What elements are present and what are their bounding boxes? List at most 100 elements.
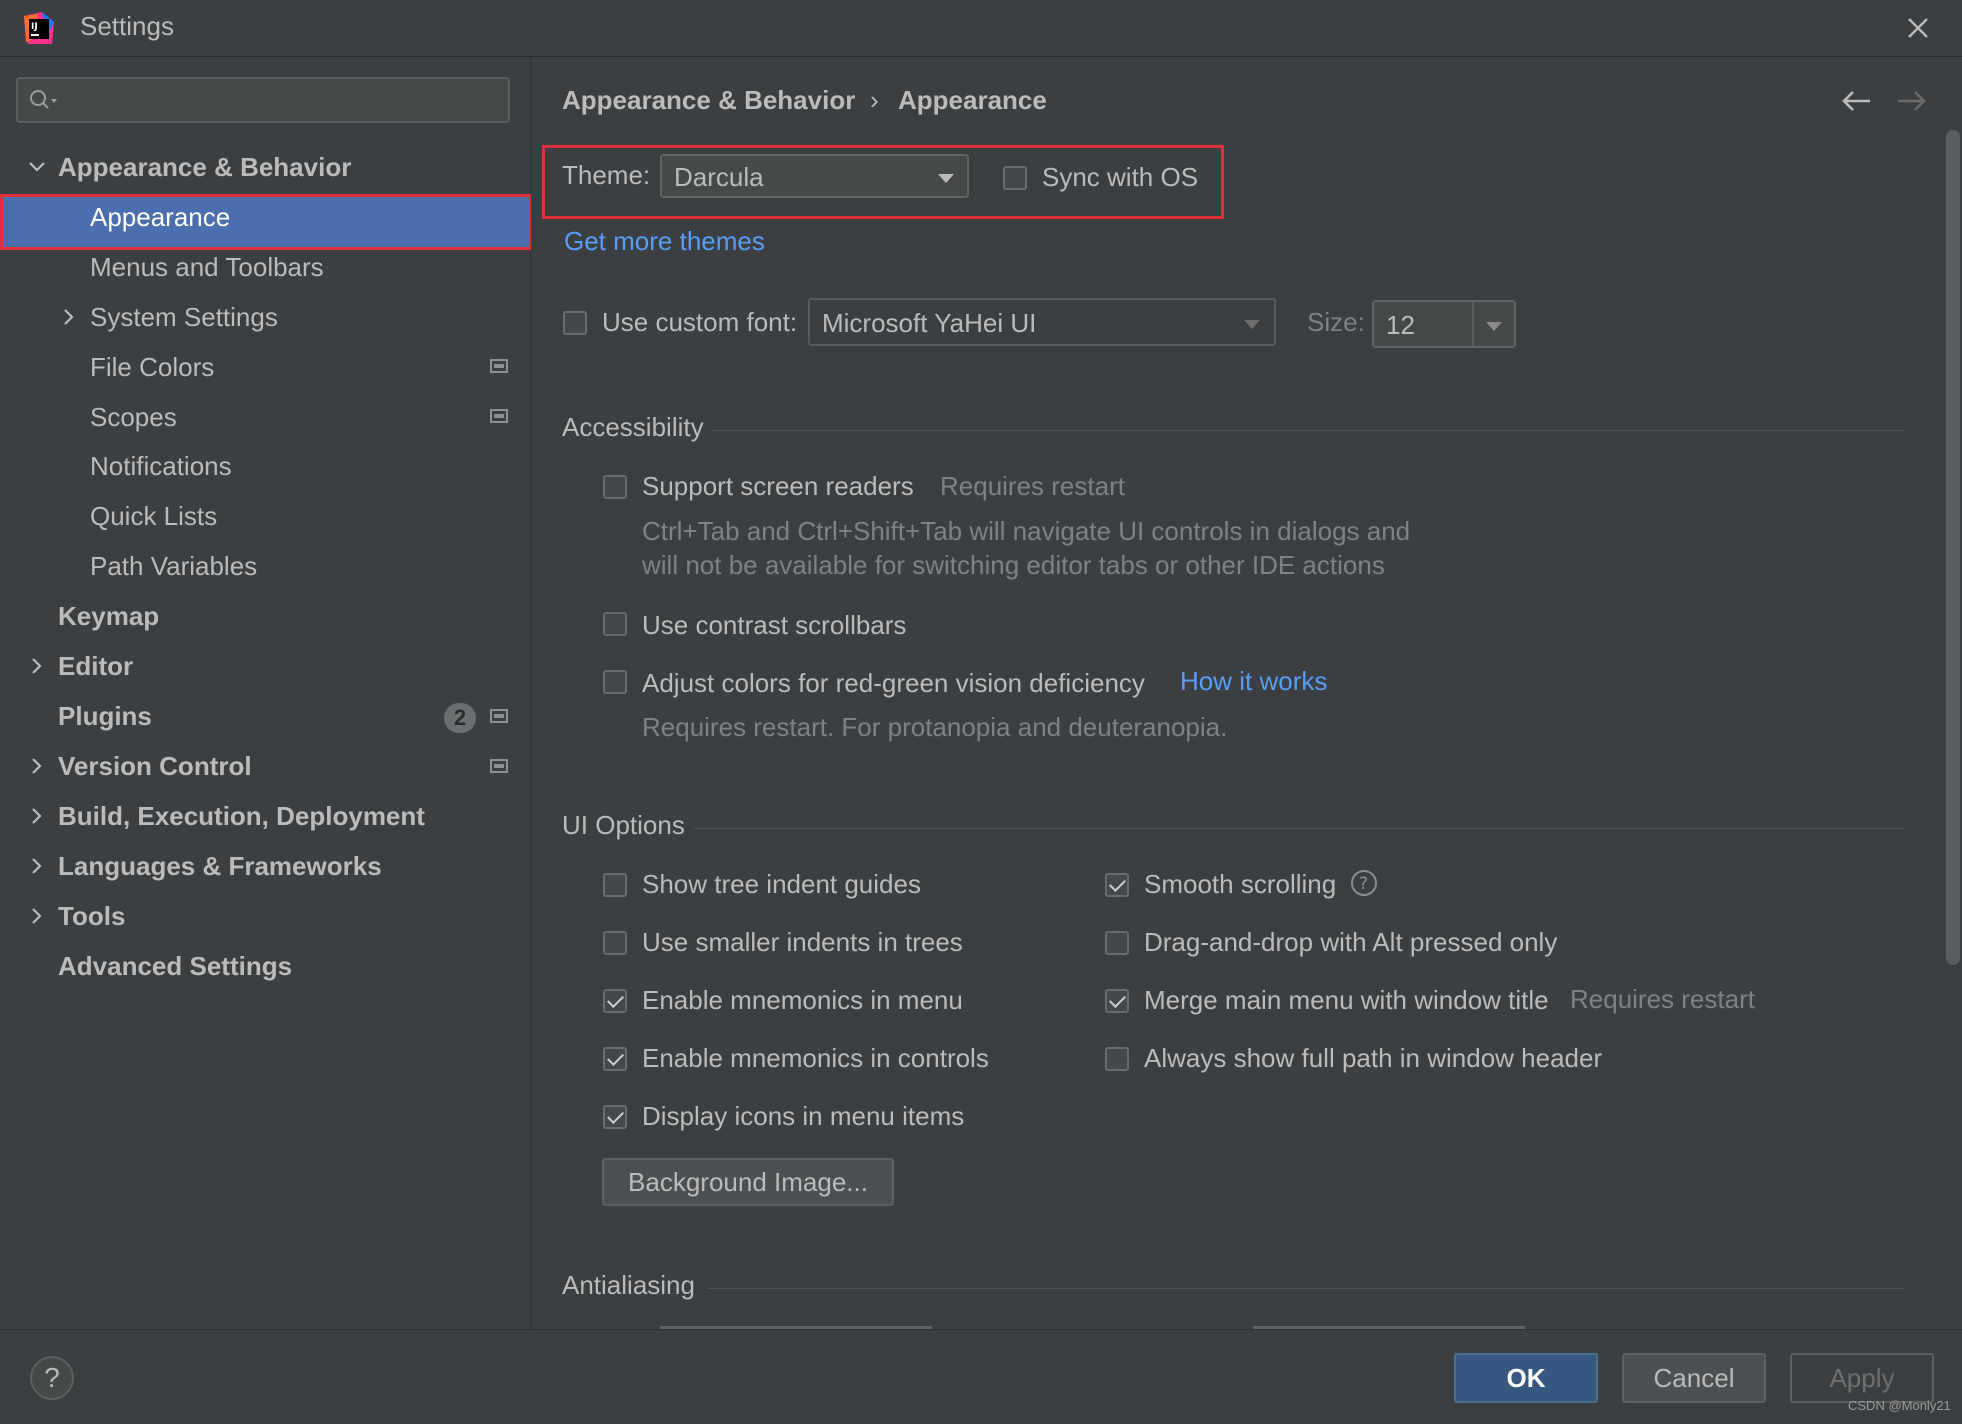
close-icon[interactable] — [1900, 10, 1936, 46]
sidebar-item-build-execution-deployment[interactable]: Build, Execution, Deployment — [58, 791, 425, 841]
adjust-colors-description: Requires restart. For protanopia and deu… — [642, 712, 1228, 742]
help-button[interactable]: ? — [30, 1356, 74, 1400]
watermark-text: CSDN @Monly21 — [1848, 1398, 1951, 1413]
vertical-scrollbar[interactable] — [1946, 130, 1960, 965]
sidebar-item-file-colors[interactable]: File Colors — [90, 342, 214, 392]
theme-label: Theme: — [562, 160, 651, 190]
search-input[interactable] — [16, 77, 510, 123]
sync-with-os-checkbox[interactable] — [1003, 166, 1027, 190]
use-custom-font-checkbox[interactable] — [563, 311, 587, 335]
svg-text:IJ: IJ — [31, 22, 38, 32]
apply-button[interactable]: Apply — [1790, 1353, 1934, 1403]
cancel-button[interactable]: Cancel — [1622, 1353, 1766, 1403]
sidebar-item-version-control[interactable]: Version Control — [58, 741, 252, 791]
sync-with-os-label: Sync with OS — [1042, 162, 1199, 192]
dropdown-arrow-icon — [938, 174, 954, 183]
intellij-logo-icon: IJ — [22, 12, 56, 46]
breadcrumb-current: Appearance — [898, 85, 1047, 115]
sidebar-item-path-variables[interactable]: Path Variables — [90, 541, 257, 591]
display-icons-label: Display icons in menu items — [642, 1101, 965, 1131]
font-value: Microsoft YaHei UI — [822, 308, 1037, 338]
drag-drop-alt-label: Drag-and-drop with Alt pressed only — [1144, 927, 1558, 957]
ui-options-section-title: UI Options — [562, 810, 685, 840]
antialiasing-section-title: Antialiasing — [562, 1270, 695, 1300]
screen-readers-description: Ctrl+Tab and Ctrl+Shift+Tab will navigat… — [642, 516, 1411, 546]
section-divider — [712, 430, 1904, 431]
chevron-down-icon[interactable] — [26, 156, 48, 178]
chevron-right-icon[interactable] — [26, 655, 48, 677]
support-screen-readers-checkbox[interactable] — [603, 475, 627, 499]
requires-restart-note: Requires restart — [940, 471, 1125, 501]
contrast-scrollbars-label: Use contrast scrollbars — [642, 610, 907, 640]
adjust-colors-checkbox[interactable] — [603, 670, 627, 694]
sidebar-item-tools[interactable]: Tools — [58, 891, 125, 941]
chevron-right-icon[interactable] — [26, 855, 48, 877]
dropdown-arrow-icon — [1244, 320, 1260, 329]
sidebar-item-appearance-behavior[interactable]: Appearance & Behavior — [58, 142, 351, 192]
svg-text:?: ? — [1359, 874, 1368, 894]
back-arrow-icon[interactable] — [1840, 86, 1874, 121]
sidebar-item-advanced-settings[interactable]: Advanced Settings — [58, 941, 292, 991]
tree-indent-guides-label: Show tree indent guides — [642, 869, 921, 899]
breadcrumb-parent[interactable]: Appearance & Behavior — [562, 85, 855, 116]
chevron-right-icon[interactable] — [26, 805, 48, 827]
window-title: Settings — [80, 11, 174, 41]
sidebar-item-menus-toolbars[interactable]: Menus and Toolbars — [90, 242, 324, 292]
merge-menu-checkbox[interactable] — [1105, 989, 1129, 1013]
font-size-label: Size: — [1307, 307, 1365, 337]
font-size-combo: 12 — [1372, 300, 1516, 348]
accessibility-section-title: Accessibility — [562, 412, 704, 442]
tree-indent-guides-checkbox[interactable] — [603, 873, 627, 897]
sidebar-item-quick-lists[interactable]: Quick Lists — [90, 491, 217, 541]
merge-menu-label: Merge main menu with window title — [1144, 985, 1549, 1015]
theme-value: Darcula — [674, 162, 764, 192]
forward-arrow-icon[interactable] — [1894, 86, 1928, 121]
smooth-scrolling-label: Smooth scrolling — [1144, 869, 1337, 899]
section-divider — [694, 828, 1904, 829]
title-bar — [0, 0, 1962, 57]
help-question-icon[interactable]: ? — [1350, 869, 1378, 902]
sidebar-item-plugins[interactable]: Plugins — [58, 691, 152, 741]
breadcrumb-separator: › — [870, 85, 879, 115]
requires-restart-note: Requires restart — [1570, 984, 1755, 1014]
smaller-indents-checkbox[interactable] — [603, 931, 627, 955]
smaller-indents-label: Use smaller indents in trees — [642, 927, 963, 957]
how-it-works-link[interactable]: How it works — [1180, 666, 1327, 697]
font-size-value: 12 — [1386, 310, 1415, 340]
project-level-icon — [490, 359, 508, 373]
search-icon — [28, 88, 62, 117]
sidebar-item-system-settings[interactable]: System Settings — [90, 292, 278, 342]
ok-button[interactable]: OK — [1454, 1353, 1598, 1403]
chevron-right-icon[interactable] — [26, 905, 48, 927]
sidebar-item-scopes[interactable]: Scopes — [90, 392, 177, 442]
full-path-header-checkbox[interactable] — [1105, 1047, 1129, 1071]
display-icons-checkbox[interactable] — [603, 1105, 627, 1129]
section-divider — [708, 1288, 1904, 1289]
sidebar-item-keymap[interactable]: Keymap — [58, 591, 159, 641]
plugins-update-badge: 2 — [444, 703, 476, 733]
sidebar-item-notifications[interactable]: Notifications — [90, 441, 232, 491]
contrast-scrollbars-checkbox[interactable] — [603, 612, 627, 636]
mnemonics-controls-label: Enable mnemonics in controls — [642, 1043, 989, 1073]
theme-dropdown[interactable]: Darcula — [660, 154, 969, 198]
project-level-icon — [490, 409, 508, 423]
project-level-icon — [490, 759, 508, 773]
drag-drop-alt-checkbox[interactable] — [1105, 931, 1129, 955]
get-more-themes-link[interactable]: Get more themes — [564, 226, 765, 257]
sidebar-item-languages-frameworks[interactable]: Languages & Frameworks — [58, 841, 382, 891]
adjust-colors-label: Adjust colors for red-green vision defic… — [642, 668, 1145, 698]
mnemonics-menu-label: Enable mnemonics in menu — [642, 985, 963, 1015]
smooth-scrolling-checkbox[interactable] — [1105, 873, 1129, 897]
sidebar-item-appearance[interactable]: Appearance — [90, 192, 230, 242]
support-screen-readers-label: Support screen readers — [642, 471, 914, 501]
project-level-icon — [490, 709, 508, 723]
chevron-right-icon[interactable] — [58, 306, 80, 328]
sidebar-item-editor[interactable]: Editor — [58, 641, 133, 691]
mnemonics-menu-checkbox[interactable] — [603, 989, 627, 1013]
dropdown-arrow-icon — [1486, 322, 1502, 331]
mnemonics-controls-checkbox[interactable] — [603, 1047, 627, 1071]
chevron-right-icon[interactable] — [26, 755, 48, 777]
font-dropdown: Microsoft YaHei UI — [808, 298, 1276, 346]
background-image-button[interactable]: Background Image... — [602, 1158, 894, 1206]
full-path-header-label: Always show full path in window header — [1144, 1043, 1603, 1073]
